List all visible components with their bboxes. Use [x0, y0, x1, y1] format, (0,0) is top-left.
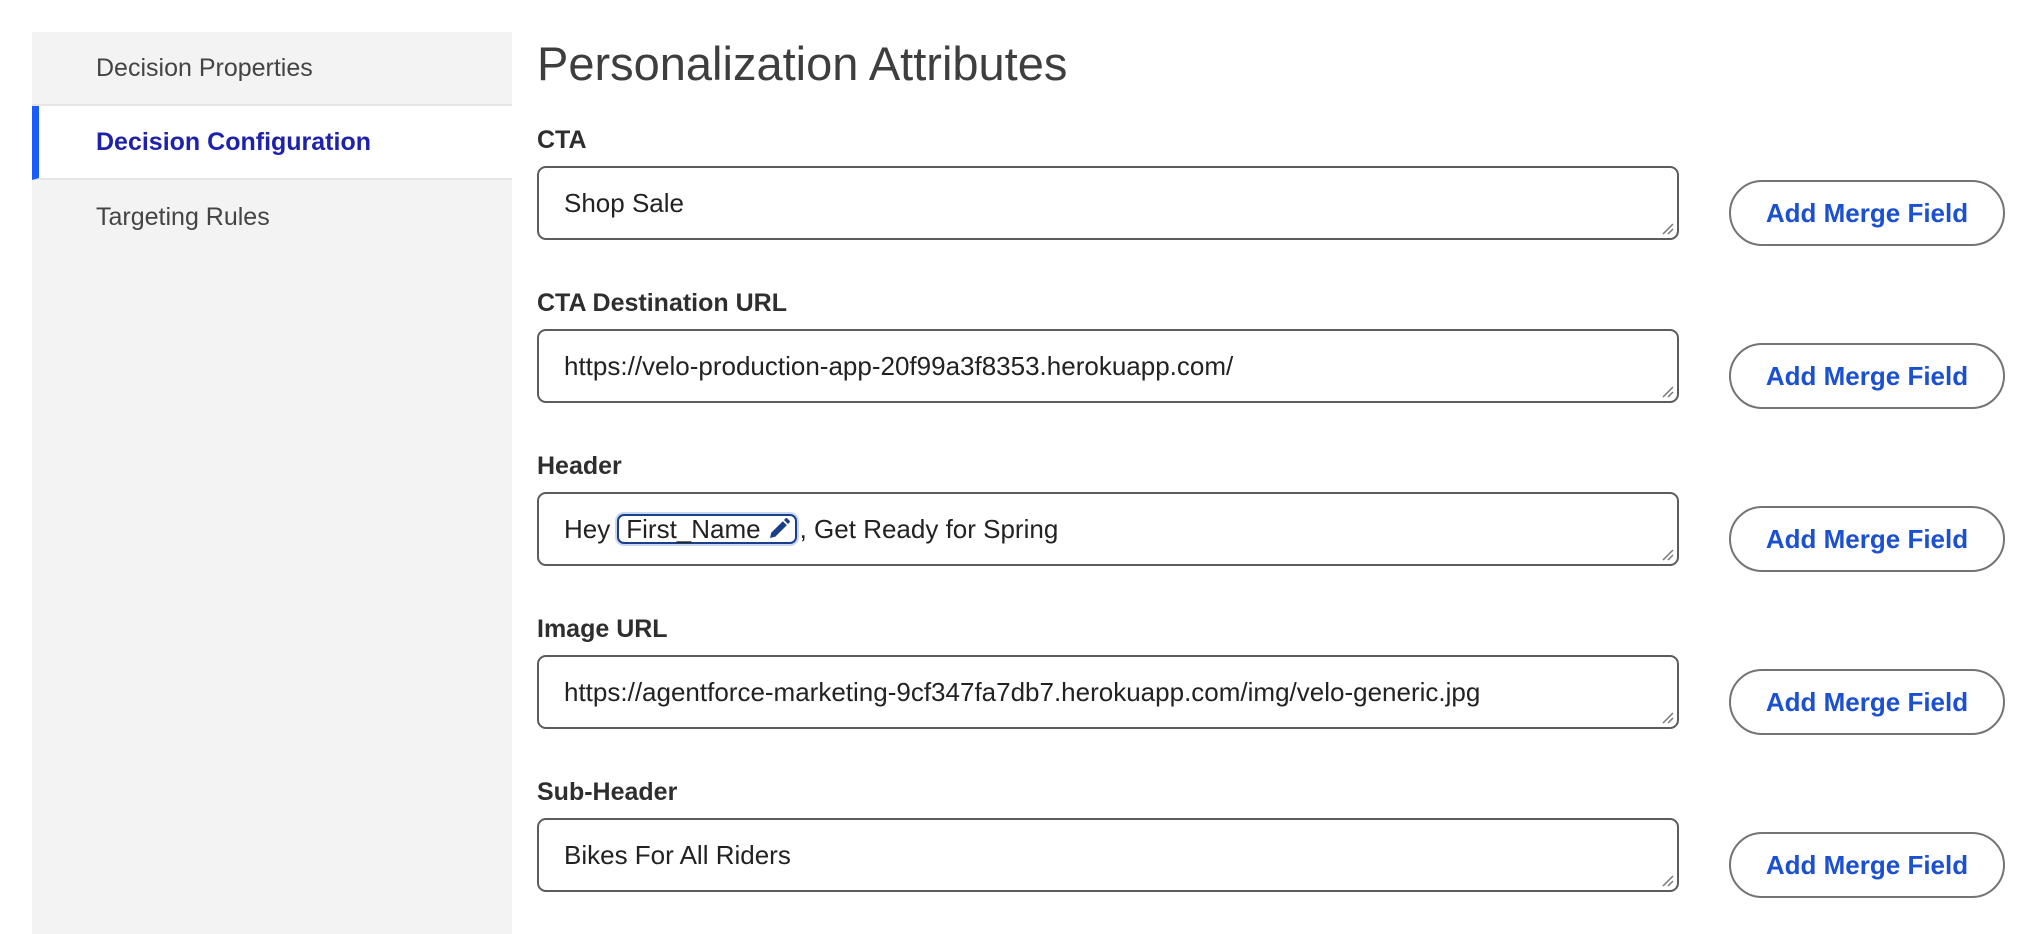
- sidebar-item-decision-properties[interactable]: Decision Properties: [32, 32, 512, 106]
- field-value-suffix: , Get Ready for Spring: [799, 513, 1059, 544]
- field-value-prefix: Hey: [564, 513, 611, 544]
- main-panel: Personalization Attributes CTA Shop Sale…: [537, 30, 2017, 898]
- field-label: CTA Destination URL: [537, 289, 787, 317]
- field-value: https://agentforce-marketing-9cf347fa7db…: [564, 676, 1481, 707]
- sidebar-nav: Decision Properties Decision Configurati…: [32, 32, 512, 934]
- merge-field-token[interactable]: First_Name: [617, 513, 797, 544]
- image-url-input[interactable]: https://agentforce-marketing-9cf347fa7db…: [537, 655, 1679, 729]
- sub-header-input[interactable]: Bikes For All Riders: [537, 818, 1679, 892]
- add-merge-field-button[interactable]: Add Merge Field: [1729, 506, 2005, 572]
- field-label: Header: [537, 452, 622, 480]
- resize-handle-icon[interactable]: [1660, 710, 1674, 724]
- cta-input[interactable]: Shop Sale: [537, 166, 1679, 240]
- add-merge-field-button[interactable]: Add Merge Field: [1729, 832, 2005, 898]
- cta-destination-url-input[interactable]: https://velo-production-app-20f99a3f8353…: [537, 329, 1679, 403]
- sidebar-item-label: Targeting Rules: [96, 202, 270, 231]
- field-label: Image URL: [537, 615, 668, 643]
- merge-field-token-label: First_Name: [626, 513, 761, 544]
- sidebar-item-targeting-rules[interactable]: Targeting Rules: [32, 180, 512, 254]
- add-merge-field-button[interactable]: Add Merge Field: [1729, 180, 2005, 246]
- field-value: https://velo-production-app-20f99a3f8353…: [564, 350, 1234, 381]
- resize-handle-icon[interactable]: [1660, 873, 1674, 887]
- sidebar-item-decision-configuration[interactable]: Decision Configuration: [32, 106, 512, 180]
- add-merge-field-button[interactable]: Add Merge Field: [1729, 343, 2005, 409]
- add-merge-field-button[interactable]: Add Merge Field: [1729, 669, 2005, 735]
- resize-handle-icon[interactable]: [1660, 221, 1674, 235]
- header-input[interactable]: Hey First_Name , Get Ready for Spring: [537, 492, 1679, 566]
- field-label: CTA: [537, 126, 587, 154]
- field-value: Bikes For All Riders: [564, 839, 791, 870]
- pencil-icon[interactable]: [767, 517, 791, 541]
- field-value: Shop Sale: [564, 187, 684, 218]
- resize-handle-icon[interactable]: [1660, 384, 1674, 398]
- page: Decision Properties Decision Configurati…: [0, 0, 2036, 934]
- resize-handle-icon[interactable]: [1660, 547, 1674, 561]
- sidebar-item-label: Decision Properties: [96, 53, 313, 82]
- page-title: Personalization Attributes: [537, 37, 1068, 90]
- field-label: Sub-Header: [537, 778, 678, 806]
- sidebar-item-label: Decision Configuration: [96, 127, 371, 156]
